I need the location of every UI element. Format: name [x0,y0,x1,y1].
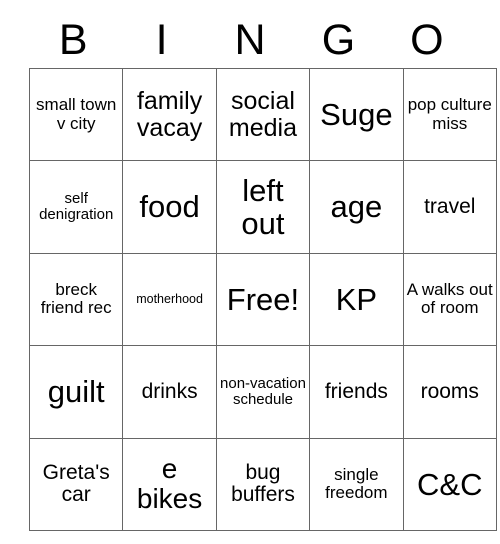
bingo-header-letter-n: N [234,15,266,64]
bingo-cell[interactable]: A walks out of room [402,252,497,347]
bingo-cell[interactable]: travel [402,160,497,254]
bingo-row: Greta's car e bikes bug buffers single f… [28,437,497,531]
bingo-cell[interactable]: age [309,160,404,254]
bingo-header-letter-i: I [155,15,168,64]
bingo-cell[interactable]: left out [215,160,311,254]
bingo-row: breck friend rec motherhood Free! KP A w… [28,252,497,347]
bingo-cell[interactable]: self denigration [28,160,124,254]
bingo-cell[interactable]: bug buffers [215,437,311,531]
bingo-row: guilt drinks non-vacation schedule frien… [28,345,497,439]
bingo-cell[interactable]: rooms [402,345,497,439]
bingo-card: B I N G O small town v city family vacay… [28,14,497,531]
bingo-cell-free[interactable]: Free! [215,252,311,347]
bingo-cell[interactable]: small town v city [28,67,124,162]
bingo-cell[interactable]: friends [309,345,404,439]
bingo-row: self denigration food left out age trave… [28,160,497,254]
bingo-row: small town v city family vacay social me… [28,67,497,162]
bingo-grid: small town v city family vacay social me… [28,67,497,531]
bingo-header-letter-b: B [58,15,88,64]
bingo-header-row: B I N G O [29,14,471,68]
bingo-cell[interactable]: drinks [122,345,217,439]
bingo-header-letter-o: O [410,15,444,64]
bingo-cell[interactable]: family vacay [122,67,217,162]
bingo-header-letter-g: G [321,15,356,64]
bingo-cell[interactable]: breck friend rec [28,252,124,347]
bingo-cell[interactable]: pop culture miss [402,67,497,162]
bingo-cell[interactable]: KP [309,252,404,347]
bingo-cell[interactable]: C&C [402,437,497,531]
bingo-cell[interactable]: motherhood [122,252,217,347]
bingo-cell[interactable]: non-vacation schedule [215,345,311,439]
bingo-cell[interactable]: Suge [309,67,404,162]
bingo-cell[interactable]: food [122,160,217,254]
bingo-cell[interactable]: social media [215,67,311,162]
bingo-cell[interactable]: Greta's car [28,437,124,531]
bingo-cell[interactable]: single freedom [309,437,404,531]
bingo-cell[interactable]: e bikes [122,437,217,531]
bingo-cell[interactable]: guilt [28,345,124,439]
